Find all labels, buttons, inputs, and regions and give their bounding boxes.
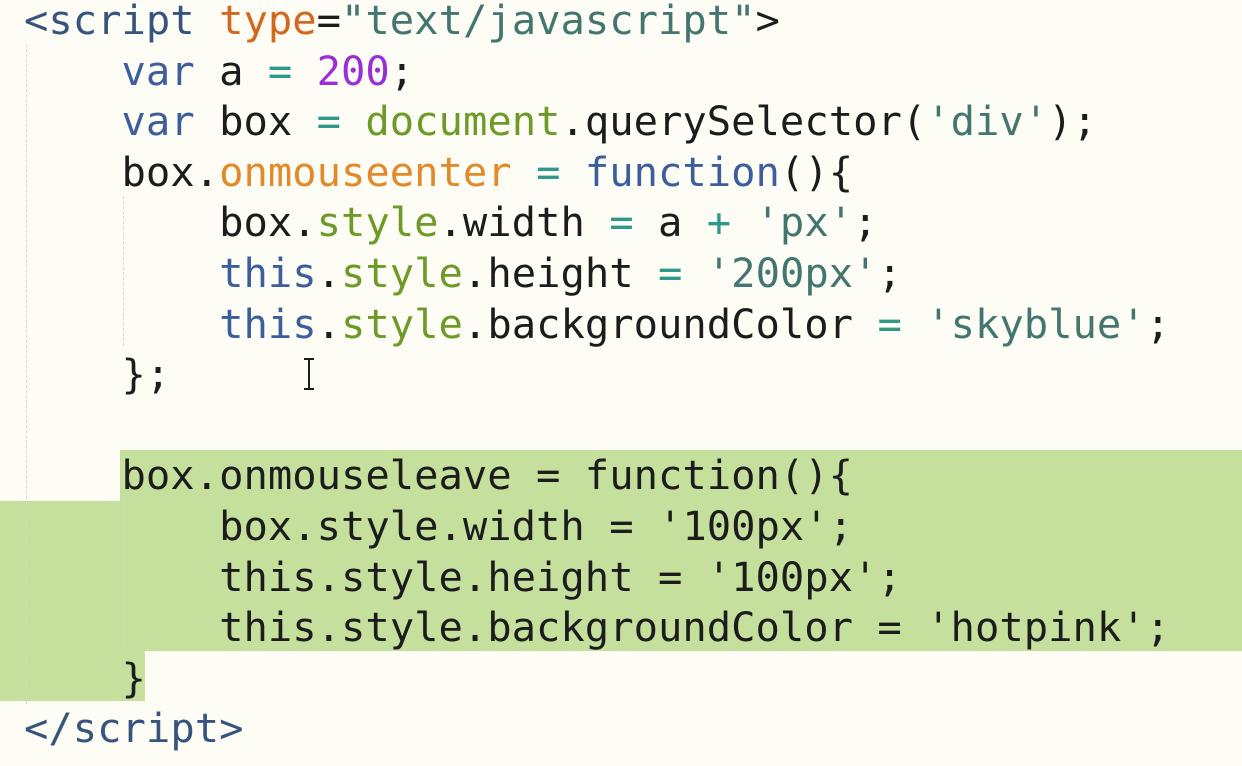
code-token: this [219,299,317,348]
code-token: style [341,249,463,297]
code-token: onmouseenter [219,147,512,196]
code-token: 'skyblue' [926,299,1146,348]
code-token: box. [24,147,220,196]
code-token: 'px' [755,198,854,247]
code-token: script [48,0,195,44]
code-line[interactable]: box.style.width = '100px'; [24,501,853,551]
code-token: var [121,46,195,95]
code-token: } [24,653,146,702]
code-token: ; [1145,299,1171,348]
code-token: ; [877,249,902,297]
code-line[interactable]: box.onmouseleave = function(){ [24,450,854,500]
code-token: box [194,97,317,146]
code-token: = [316,0,342,44]
code-token: var [121,97,195,146]
code-token: > [755,0,780,44]
code-token: ; [389,46,415,95]
code-token: 'div' [926,97,1049,146]
code-token: ); [1048,97,1097,146]
code-token: .height [462,249,659,297]
code-token: = [536,147,561,196]
code-token: a [633,198,707,247]
code-line[interactable]: var box = document.querySelector('div'); [24,96,1097,146]
code-token: 200 [316,46,390,95]
code-token: = [267,46,293,95]
code-token: + [706,198,732,247]
code-token: box. [24,198,317,247]
code-token: = [658,249,683,297]
code-line[interactable]: this.style.height = '100px'; [24,552,902,602]
code-line[interactable]: var a = 200; [24,46,415,96]
code-token: "text/javascript" [341,0,756,44]
code-line[interactable]: </script> [24,703,243,753]
code-token: = [316,97,342,146]
i-beam-cursor-icon [304,358,314,390]
code-token: a [194,46,268,95]
code-token: . [316,299,342,348]
code-line[interactable]: <script type="text/javascript"> [24,0,780,45]
code-token: . [316,249,342,297]
code-token: document [365,97,561,146]
code-line[interactable]: this.style.backgroundColor = 'skyblue'; [24,299,1170,349]
code-editor[interactable]: <script type="text/javascript"> var a = … [0,0,1242,766]
code-token: script [72,704,220,753]
code-token: style [316,198,439,247]
code-token: box.style.width = '100px'; [24,502,854,550]
code-token: this [219,249,317,297]
code-line[interactable]: this.style.backgroundColor = 'hotpink'; [24,602,1170,652]
code-token: .querySelector( [560,97,927,146]
code-token: style [341,299,463,348]
code-line[interactable]: }; [24,349,171,399]
code-token: </ [24,704,73,753]
code-token: }; [24,350,171,399]
code-line[interactable]: } [24,653,146,703]
code-token: this.style.backgroundColor = 'hotpink'; [24,603,1171,652]
code-token: < [24,0,49,44]
code-token: box.onmouseleave = function(){ [24,451,854,500]
code-token: .backgroundColor [462,299,878,348]
code-token: type [219,0,317,44]
code-token: .width [438,198,610,247]
code-token: = [609,198,634,247]
code-line[interactable]: box.style.width = a + 'px'; [24,197,877,247]
code-token: function [584,147,780,196]
code-line[interactable]: box.onmouseenter = function(){ [24,147,854,197]
code-token: = [877,299,902,348]
code-token: (){ [779,147,854,196]
code-line[interactable]: this.style.height = '200px'; [24,248,902,298]
code-token: > [219,704,244,753]
code-token: ; [853,198,878,247]
code-token: '200px' [706,249,878,297]
code-token: this.style.height = '100px'; [24,552,902,601]
